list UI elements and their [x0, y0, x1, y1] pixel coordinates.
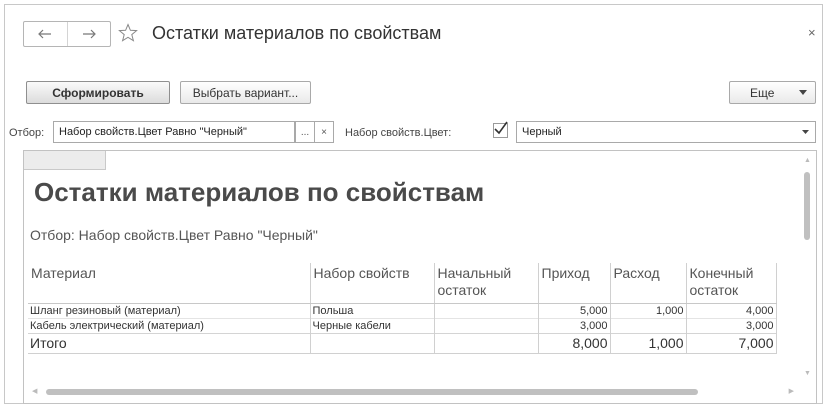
favorite-star-button[interactable]	[118, 23, 138, 46]
close-icon[interactable]: ×	[808, 25, 816, 40]
table-row: Кабель электрический (материал) Черные к…	[28, 317, 777, 333]
filter-label: Отбор:	[9, 127, 45, 139]
filter-clear-button[interactable]: ×	[314, 121, 334, 143]
filter-field[interactable]: Набор свойств.Цвет Равно "Черный"	[53, 121, 295, 143]
window-title: Остатки материалов по свойствам	[152, 23, 442, 43]
table-cell: Польша	[310, 303, 435, 318]
scroll-right-icon[interactable]: ▶	[789, 387, 794, 395]
chevron-down-icon	[799, 90, 807, 95]
table-cell: 3,000	[686, 317, 777, 333]
back-button[interactable]	[24, 22, 67, 46]
scroll-left-icon[interactable]: ◀	[32, 387, 37, 395]
forward-button[interactable]	[66, 22, 111, 46]
arrow-left-icon	[38, 29, 52, 39]
table-total-row: Итого 8,000 1,000 7,000	[28, 332, 777, 354]
generate-button[interactable]: Сформировать	[26, 81, 170, 104]
vertical-scroll-thumb[interactable]	[804, 172, 810, 240]
column-header: Конечный остаток	[686, 263, 777, 304]
table-cell	[310, 332, 435, 354]
color-value-select[interactable]: Черный	[516, 121, 816, 143]
report-table: Материал Набор свойств Начальный остаток…	[28, 263, 777, 354]
table-cell: Шланг резиновый (материал)	[28, 303, 311, 318]
column-header: Начальный остаток	[434, 263, 539, 304]
table-cell: 1,000	[610, 303, 687, 318]
column-header: Приход	[538, 263, 611, 304]
table-cell	[434, 317, 539, 333]
table-cell: Черные кабели	[310, 317, 435, 333]
table-cell: 5,000	[538, 303, 611, 318]
vertical-scrollbar[interactable]: ▲ ▼	[800, 155, 814, 377]
more-button-label: Еще	[750, 85, 775, 100]
table-cell	[610, 317, 687, 333]
more-button[interactable]: Еще	[729, 81, 816, 104]
select-variant-button[interactable]: Выбрать вариант...	[180, 81, 311, 104]
total-label: Итого	[28, 332, 311, 354]
horizontal-scrollbar[interactable]: ◀ ▶	[26, 385, 796, 399]
table-cell: 7,000	[686, 332, 777, 354]
report-title: Остатки материалов по свойствам	[34, 177, 485, 207]
report-spreadsheet[interactable]: Остатки материалов по свойствам Отбор: Н…	[23, 150, 817, 404]
table-cell: 3,000	[538, 317, 611, 333]
chevron-down-icon	[802, 130, 809, 134]
filter-select-button[interactable]: ...	[295, 121, 315, 143]
star-icon	[118, 23, 138, 42]
table-cell: Кабель электрический (материал)	[28, 317, 311, 333]
report-window: Остатки материалов по свойствам × Сформи…	[4, 4, 823, 404]
color-filter-checkbox[interactable]	[493, 121, 508, 138]
scroll-down-icon[interactable]: ▼	[804, 370, 811, 377]
horizontal-scroll-thumb[interactable]	[46, 389, 698, 395]
active-cell-marker	[24, 151, 106, 170]
color-filter-label: Набор свойств.Цвет:	[345, 127, 452, 139]
table-row: Шланг резиновый (материал) Польша 5,000 …	[28, 303, 777, 318]
checkmark-icon	[494, 121, 508, 135]
column-header: Набор свойств	[310, 263, 435, 304]
table-cell: 4,000	[686, 303, 777, 318]
column-header: Расход	[610, 263, 687, 304]
report-filter-line: Отбор: Набор свойств.Цвет Равно "Черный"	[30, 227, 318, 243]
table-cell: 1,000	[610, 332, 687, 354]
navigation-buttons	[23, 21, 111, 47]
arrow-right-icon	[82, 29, 96, 39]
column-header: Материал	[28, 263, 311, 304]
color-value: Черный	[522, 126, 562, 138]
table-cell: 8,000	[538, 332, 611, 354]
scroll-up-icon[interactable]: ▲	[804, 157, 811, 164]
table-cell	[434, 303, 539, 318]
table-header-row: Материал Набор свойств Начальный остаток…	[28, 263, 777, 304]
table-cell	[434, 332, 539, 354]
